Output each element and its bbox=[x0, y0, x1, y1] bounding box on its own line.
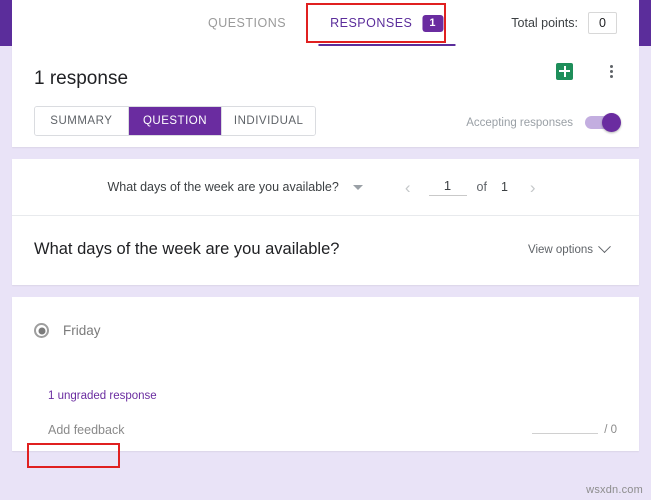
kebab-dot bbox=[609, 74, 613, 78]
tab-questions[interactable]: QUESTIONS bbox=[186, 0, 308, 46]
ungraded-response-status: 1 ungraded response bbox=[48, 390, 157, 402]
answer-card: Friday 1 ungraded response Add feedback … bbox=[12, 297, 639, 451]
question-title: What days of the week are you available? bbox=[34, 240, 340, 258]
total-points-value[interactable]: 0 bbox=[588, 12, 617, 34]
answer-option-label: Friday bbox=[63, 323, 101, 338]
view-options-button[interactable]: View options bbox=[528, 240, 611, 256]
question-card: What days of the week are you available?… bbox=[12, 159, 639, 285]
view-mode-question[interactable]: QUESTION bbox=[128, 107, 223, 135]
total-points-label: Total points: bbox=[511, 16, 578, 30]
header-actions bbox=[556, 62, 619, 80]
view-options-label: View options bbox=[528, 243, 593, 256]
total-pages-label: 1 bbox=[500, 180, 508, 194]
response-count-title: 1 response bbox=[34, 68, 129, 89]
accepting-responses-toggle[interactable] bbox=[585, 112, 621, 132]
top-bar-inner: QUESTIONS RESPONSES 1 Total points: 0 bbox=[12, 0, 639, 46]
accepting-responses-label: Accepting responses bbox=[466, 116, 573, 129]
question-pager: ‹ 1 of 1 › bbox=[397, 178, 544, 196]
tab-questions-label: QUESTIONS bbox=[207, 16, 287, 30]
tab-responses-label: RESPONSES bbox=[330, 16, 413, 30]
question-navigation: What days of the week are you available?… bbox=[12, 159, 639, 216]
current-page-input[interactable]: 1 bbox=[428, 178, 467, 196]
main-tabs: QUESTIONS RESPONSES 1 bbox=[186, 0, 465, 46]
watermark: wsxdn.com bbox=[586, 484, 643, 496]
accepting-responses-control: Accepting responses bbox=[466, 112, 621, 132]
pager-of-label: of bbox=[476, 180, 487, 194]
question-selector-label: What days of the week are you available? bbox=[107, 180, 339, 194]
kebab-dot bbox=[609, 64, 613, 68]
add-feedback-button[interactable]: Add feedback bbox=[48, 423, 124, 437]
answer-option-row: Friday bbox=[34, 323, 617, 338]
question-title-row: What days of the week are you available?… bbox=[12, 216, 639, 285]
radio-selected-icon bbox=[34, 323, 49, 338]
view-mode-individual[interactable]: INDIVIDUAL bbox=[222, 107, 315, 135]
kebab-menu-icon[interactable] bbox=[603, 62, 619, 80]
total-points: Total points: 0 bbox=[511, 12, 617, 34]
top-bar: QUESTIONS RESPONSES 1 Total points: 0 bbox=[0, 0, 651, 46]
caret-down-icon bbox=[352, 184, 363, 190]
view-mode-summary[interactable]: SUMMARY bbox=[35, 107, 129, 135]
kebab-dot bbox=[609, 69, 613, 73]
responses-count-badge: 1 bbox=[422, 14, 444, 32]
chevron-right-icon[interactable]: › bbox=[522, 179, 544, 196]
chevron-left-icon[interactable]: ‹ bbox=[397, 179, 419, 196]
chevron-down-icon bbox=[598, 240, 611, 254]
score-total-label: / 0 bbox=[604, 424, 617, 436]
view-mode-toggle-group: SUMMARY QUESTION INDIVIDUAL bbox=[34, 106, 316, 136]
question-selector-dropdown[interactable]: What days of the week are you available? bbox=[107, 180, 363, 194]
google-sheets-icon[interactable] bbox=[556, 62, 573, 80]
score-input[interactable] bbox=[532, 419, 599, 434]
score-area: / 0 bbox=[532, 419, 617, 436]
tab-responses[interactable]: RESPONSES 1 bbox=[308, 0, 465, 46]
response-summary-card: 1 response SUMMARY QUESTION INDIVIDUAL A… bbox=[12, 46, 639, 147]
